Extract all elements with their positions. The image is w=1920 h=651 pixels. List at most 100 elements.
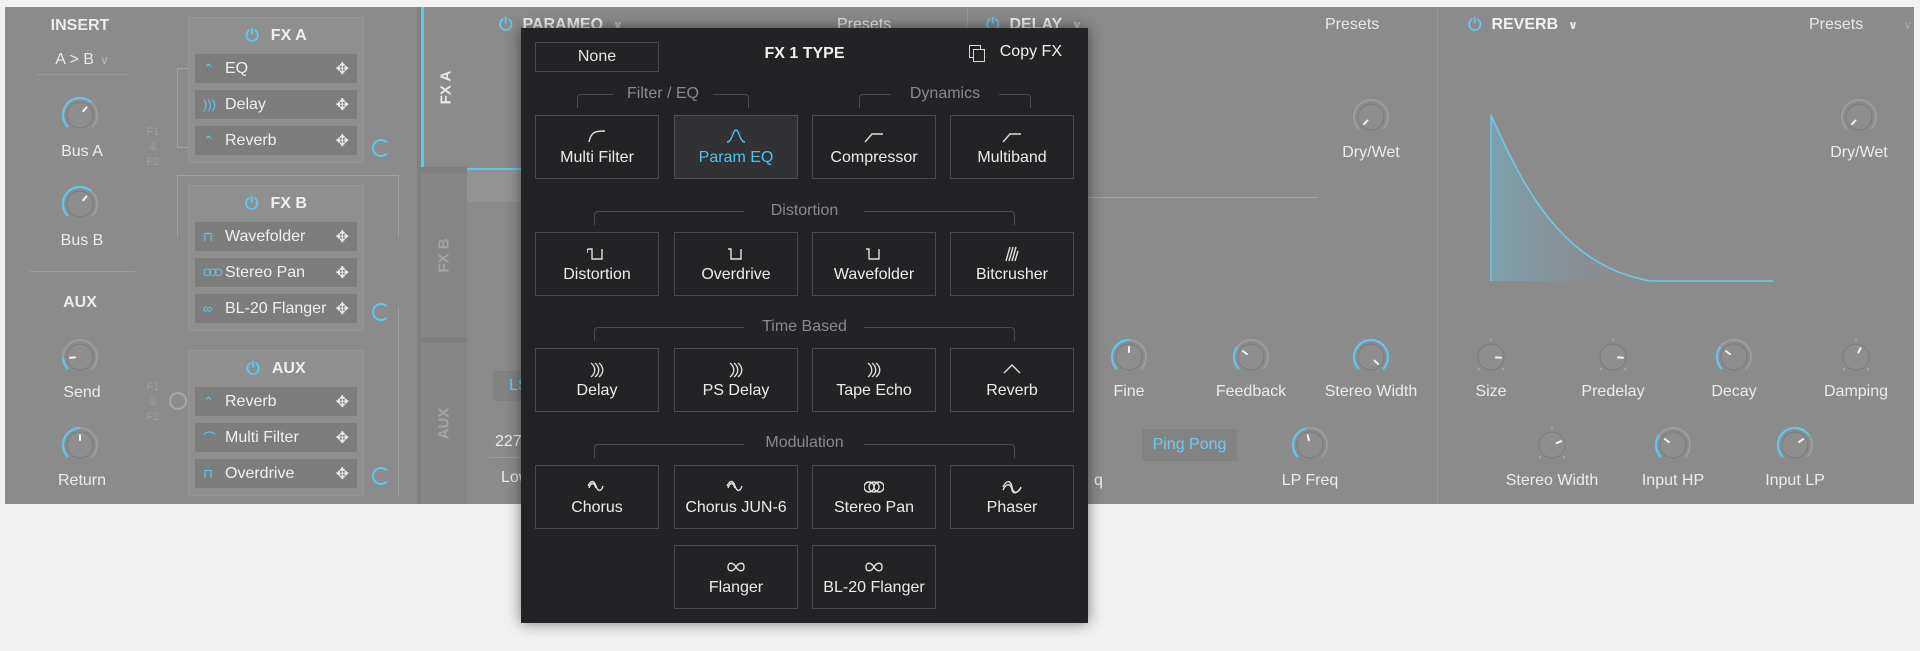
fx3-presets-dropdown[interactable]: Presets ∨ xyxy=(1809,16,1912,34)
fx-type-distortion[interactable]: Distortion xyxy=(535,232,659,296)
move-handle-icon[interactable]: ✥ xyxy=(336,95,349,115)
move-handle-icon[interactable]: ✥ xyxy=(336,464,349,484)
bitcrusher-icon xyxy=(1002,244,1022,264)
fx-type-multi-filter[interactable]: Multi Filter xyxy=(535,115,659,179)
input-lp-knob[interactable] xyxy=(1775,425,1815,465)
chain-title: AUX xyxy=(271,360,306,377)
insert-title: INSERT xyxy=(50,17,110,34)
slot-label: Stereo Pan xyxy=(225,263,306,281)
chain-slot[interactable]: ⊓ Overdrive ✥ xyxy=(195,459,357,488)
divider xyxy=(30,271,135,272)
delay-dry-wet-knob[interactable] xyxy=(1351,97,1391,137)
feedback-knob[interactable] xyxy=(1231,337,1271,377)
chain-slot[interactable]: ⊓ Wavefolder ✥ xyxy=(195,222,357,251)
move-handle-icon[interactable]: ✥ xyxy=(336,392,349,412)
fx3-name-dropdown[interactable]: REVERB xyxy=(1491,16,1558,34)
move-handle-icon[interactable]: ✥ xyxy=(336,428,349,448)
send-knob[interactable] xyxy=(60,337,100,377)
chain-slot[interactable]: ∞ BL-20 Flanger ✥ xyxy=(195,294,357,323)
fx-type-ps-delay[interactable]: PS Delay xyxy=(674,348,798,412)
fx-type-multiband[interactable]: Multiband xyxy=(950,115,1074,179)
reverb-dry-wet-knob[interactable] xyxy=(1839,97,1879,137)
move-handle-icon[interactable]: ✥ xyxy=(336,131,349,151)
delay-taps-line xyxy=(1078,197,1318,198)
fx-type-flanger[interactable]: Flanger xyxy=(674,545,798,609)
chain-slot[interactable]: ⌃ EQ ✥ xyxy=(195,54,357,83)
fx-type-bitcrusher[interactable]: Bitcrusher xyxy=(950,232,1074,296)
fx-type-compressor[interactable]: Compressor xyxy=(812,115,936,179)
reverb-stereo-width-knob[interactable] xyxy=(1532,425,1572,465)
feedback-loop-icon[interactable] xyxy=(372,467,390,485)
tab-fx-b[interactable]: FX B xyxy=(421,173,467,337)
fx-type-label: Delay xyxy=(576,382,618,399)
move-handle-icon[interactable]: ✥ xyxy=(336,59,349,79)
f1-label: F1 xyxy=(146,126,160,138)
fx-type-stereo-pan[interactable]: Stereo Pan xyxy=(812,465,936,529)
distortion-icon xyxy=(587,244,607,264)
fx-type-wavefolder[interactable]: Wavefolder xyxy=(812,232,936,296)
tab-label: FX B xyxy=(435,237,453,273)
bus-b-label: Bus B xyxy=(60,232,104,249)
copy-fx-button[interactable]: Copy FX xyxy=(968,43,1062,62)
slot-label: Multi Filter xyxy=(225,428,299,446)
power-icon[interactable]: ⏻ xyxy=(245,26,258,46)
feedback-loop-icon[interactable] xyxy=(372,303,390,321)
bus-a-knob[interactable] xyxy=(60,95,100,135)
lp-freq-knob[interactable] xyxy=(1290,425,1330,465)
section-tabs: FX A FX B AUX xyxy=(417,7,467,504)
tab-aux[interactable]: AUX xyxy=(421,343,467,504)
delay-stereo-width-knob[interactable] xyxy=(1351,337,1391,377)
slot-label: Reverb xyxy=(225,131,277,149)
delay-stereo-width-label: Stereo Width xyxy=(1324,383,1418,400)
value-readout: 227 xyxy=(495,433,522,450)
fx-type-reverb[interactable]: Reverb xyxy=(950,348,1074,412)
fx-type-chorus-jun-6[interactable]: Chorus JUN-6 xyxy=(674,465,798,529)
fx-type-bl-20-flanger[interactable]: BL-20 Flanger xyxy=(812,545,936,609)
damping-label: Damping xyxy=(1823,383,1889,400)
chevron-down-icon: ∨ xyxy=(1568,18,1578,32)
power-icon[interactable]: ⏻ xyxy=(499,15,512,35)
chain-slot[interactable]: ))) Delay ✥ xyxy=(195,90,357,119)
chain-slot[interactable]: ⌒ Multi Filter ✥ xyxy=(195,423,357,452)
fx-type-delay[interactable]: Delay xyxy=(535,348,659,412)
multiband-icon xyxy=(1002,127,1022,147)
feedback-loop-icon[interactable] xyxy=(372,139,390,157)
chain-title: FX A xyxy=(270,27,307,44)
reverb-dry-wet-label: Dry/Wet xyxy=(1830,144,1888,161)
chain-slot[interactable]: ⌃ Reverb ✥ xyxy=(195,387,357,416)
predelay-knob[interactable] xyxy=(1593,337,1633,377)
ping-pong-toggle[interactable]: Ping Pong xyxy=(1142,429,1237,461)
fx-type-chorus[interactable]: Chorus xyxy=(535,465,659,529)
fx-type-overdrive[interactable]: Overdrive xyxy=(674,232,798,296)
fx-type-phaser[interactable]: Phaser xyxy=(950,465,1074,529)
bus-b-knob[interactable] xyxy=(60,184,100,224)
fx-type-label: Reverb xyxy=(986,382,1038,399)
input-hp-knob[interactable] xyxy=(1653,425,1693,465)
reverb-icon: ⌃ xyxy=(203,393,214,409)
move-handle-icon[interactable]: ✥ xyxy=(336,299,349,319)
routing-value: A > B xyxy=(55,51,94,68)
fx2-presets-dropdown[interactable]: Presets∨ xyxy=(1325,16,1448,34)
size-knob[interactable] xyxy=(1471,337,1511,377)
fx-type-param-eq[interactable]: Param EQ xyxy=(674,115,798,179)
damping-knob[interactable] xyxy=(1836,337,1876,377)
return-label: Return xyxy=(57,472,107,489)
power-icon[interactable]: ⏻ xyxy=(246,359,259,379)
decay-knob[interactable] xyxy=(1714,337,1754,377)
chain-slot[interactable]: ⌃ Reverb ✥ xyxy=(195,126,357,155)
power-icon[interactable]: ⏻ xyxy=(245,194,258,214)
aux-input-knob[interactable] xyxy=(169,392,187,410)
fine-knob[interactable] xyxy=(1109,337,1149,377)
tab-fx-a[interactable]: FX A xyxy=(421,7,467,167)
move-handle-icon[interactable]: ✥ xyxy=(336,263,349,283)
move-handle-icon[interactable]: ✥ xyxy=(336,227,349,247)
routing-dropdown[interactable]: A > B ∨ xyxy=(37,49,127,75)
routing-column: INSERT A > B ∨ Bus A Bus B AUX Send Retur… xyxy=(5,7,155,504)
fx-type-tape-echo[interactable]: Tape Echo xyxy=(812,348,936,412)
fx-type-label: Overdrive xyxy=(701,266,771,283)
chain-slot[interactable]: OOO Stereo Pan ✥ xyxy=(195,258,357,287)
return-knob[interactable] xyxy=(60,425,100,465)
compressor-icon xyxy=(864,127,884,147)
send-label: Send xyxy=(63,384,101,401)
power-icon[interactable]: ⏻ xyxy=(1468,15,1481,35)
